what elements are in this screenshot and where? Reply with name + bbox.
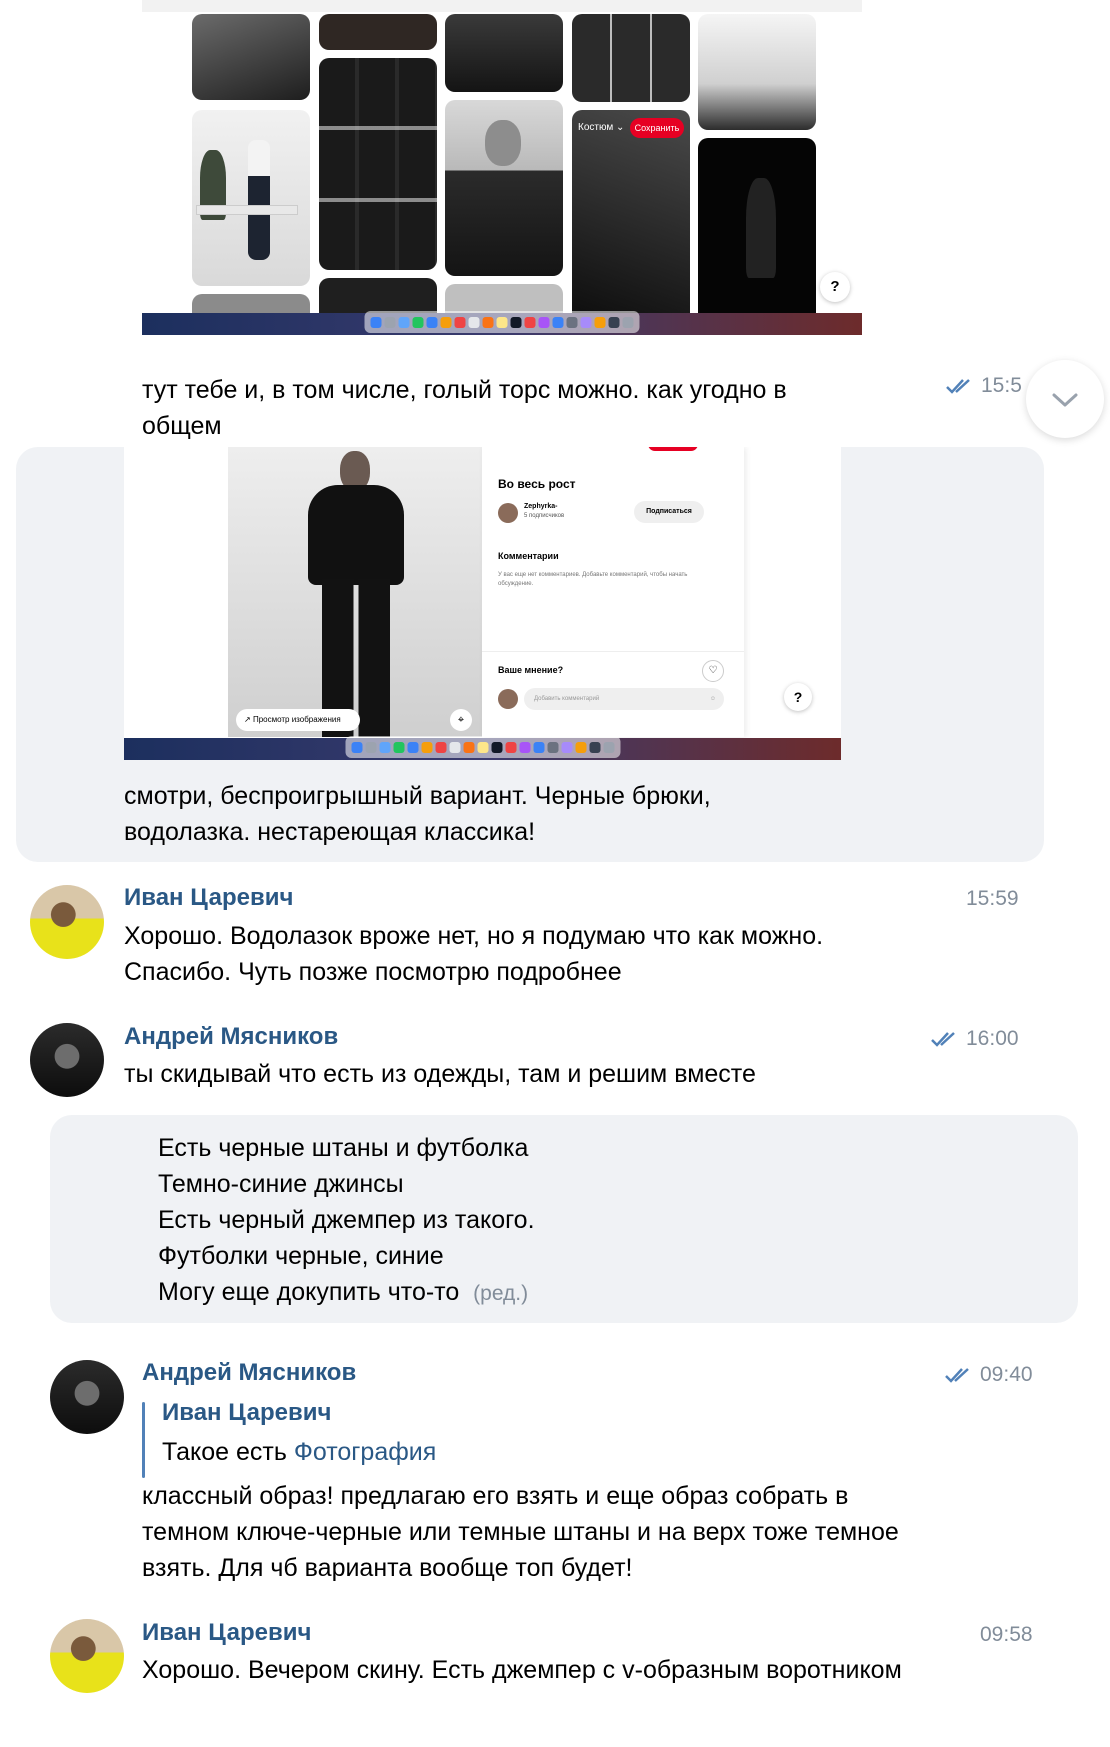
message-text: ты скидывай что есть из одежды, там и ре…: [124, 1060, 756, 1088]
pin-details-panel: Во весь рост Zephyrka- 5 подписчиков Под…: [482, 447, 744, 737]
person-body: [308, 485, 404, 585]
save-button[interactable]: Сохранить: [630, 118, 684, 138]
mac-dock: [364, 311, 640, 333]
author-name[interactable]: Иван Царевич: [142, 1619, 311, 1647]
mac-dock-bar: [142, 311, 862, 335]
message-text: смотри, беспроигрышный вариант. Черные б…: [124, 782, 711, 846]
chips-strip: [142, 0, 862, 12]
save-label: Сохранить: [634, 123, 680, 133]
avatar: [498, 689, 518, 709]
help-label: ?: [830, 278, 840, 295]
message-time: 16:00: [930, 1027, 1019, 1051]
heart-icon[interactable]: ♡: [702, 660, 724, 682]
opinion-label: Ваше мнение?: [498, 665, 564, 675]
message-time-value: 09:40: [980, 1363, 1033, 1386]
avatar-andrey[interactable]: [50, 1360, 124, 1434]
photo-tile[interactable]: [319, 58, 437, 270]
pin-image: ↗ Просмотр изображения ⌖: [228, 447, 482, 737]
reply-text[interactable]: Такое есть Фотография: [162, 1434, 436, 1470]
message-line: Темно-синие джинсы: [158, 1170, 404, 1198]
author-name[interactable]: Иван Царевич: [124, 884, 293, 912]
board-selector[interactable]: Костюм ⌄: [578, 122, 624, 133]
mac-dock: [345, 736, 620, 758]
chevron-down-icon: [1052, 393, 1078, 407]
photo-tile[interactable]: [192, 110, 310, 286]
message-line: Футболки черные, синие: [158, 1242, 444, 1270]
message-line: Могу еще докупить что-то: [158, 1278, 460, 1306]
view-image-button[interactable]: ↗ Просмотр изображения: [236, 709, 360, 731]
message-line-last: Могу еще докупить что-то (ред.): [158, 1274, 958, 1312]
message-text: классный образ! предлагаю его взять и ещ…: [142, 1482, 899, 1582]
face-shape: [485, 120, 521, 166]
avatar-ivan[interactable]: [30, 885, 104, 959]
lens-icon[interactable]: ⌖: [450, 709, 472, 731]
mac-dock-bar: [124, 736, 841, 760]
double-check-icon: [931, 1032, 955, 1048]
message-time-value: 15:5: [981, 374, 1022, 397]
photo-tile[interactable]: [319, 14, 437, 50]
red-button-edge: [648, 447, 698, 451]
pin-title: Во весь рост: [498, 477, 576, 491]
double-check-icon: [946, 379, 970, 395]
help-button[interactable]: ?: [820, 272, 850, 302]
photo-tile[interactable]: Костюм ⌄ Сохранить: [572, 110, 690, 324]
avatar-andrey[interactable]: [30, 1023, 104, 1097]
message-time: 09:40: [944, 1363, 1033, 1387]
message-time-value: 16:00: [966, 1027, 1019, 1050]
subscribe-button[interactable]: Подписаться: [634, 501, 704, 523]
view-image-label: Просмотр изображения: [252, 715, 341, 724]
edited-label[interactable]: (ред.): [473, 1282, 528, 1305]
message-line: Есть черный джемпер из такого.: [158, 1206, 535, 1234]
photo-tile[interactable]: [445, 14, 563, 92]
photo-tile[interactable]: [698, 14, 816, 130]
smile-icon[interactable]: ☺: [710, 688, 716, 710]
no-comments-text: У вас еще нет комментариев. Добавьте ком…: [498, 572, 688, 587]
divider: [482, 651, 744, 652]
help-button[interactable]: ?: [784, 683, 812, 711]
reply-snippet: Такое есть: [162, 1438, 287, 1466]
author-name[interactable]: Андрей Мясников: [142, 1359, 356, 1387]
author-name[interactable]: Андрей Мясников: [124, 1023, 338, 1051]
avatar-ivan[interactable]: [50, 1619, 124, 1693]
scroll-down-button[interactable]: [1026, 360, 1104, 438]
avatar: [498, 503, 518, 523]
comments-title: Комментарии: [498, 551, 559, 561]
message-time: 15:5: [945, 374, 1030, 398]
message-line: Есть черные штаны и футболка: [158, 1134, 529, 1162]
comment-input[interactable]: Добавить комментарий ☺: [524, 688, 724, 710]
photo-tile[interactable]: [192, 14, 310, 100]
message-text: Хорошо. Вечером скину. Есть джемпер с v-…: [142, 1656, 902, 1684]
message-text: Хорошо. Водолазок вроже нет, но я подума…: [124, 922, 824, 986]
photo-attachment-pin[interactable]: ↗ Просмотр изображения ⌖ Во весь рост Ze…: [124, 447, 841, 760]
silhouette-shape: [746, 178, 776, 278]
reply-author[interactable]: Иван Царевич: [162, 1399, 331, 1427]
photo-attachment-grid[interactable]: Костюм ⌄ Сохранить ?: [142, 0, 862, 335]
pin-author: Zephyrka-: [524, 503, 558, 510]
photo-tile[interactable]: [698, 138, 816, 324]
message-time: 09:58: [980, 1623, 1033, 1646]
double-check-icon: [945, 1368, 969, 1384]
reply-photo-link[interactable]: Фотография: [294, 1438, 436, 1466]
subscribe-label: Подписаться: [646, 508, 692, 515]
person-shape: [248, 140, 270, 260]
message-time: 15:59: [966, 887, 1019, 910]
comment-placeholder: Добавить комментарий: [534, 696, 600, 702]
pin-followers: 5 подписчиков: [524, 513, 565, 519]
help-label: ?: [793, 689, 803, 705]
photo-tile[interactable]: [445, 100, 563, 276]
photo-collage-rows: [319, 58, 437, 270]
message-lines: Есть черные штаны и футболка Темно-синие…: [158, 1130, 958, 1312]
photo-tile[interactable]: [572, 14, 690, 102]
desk-shape: [196, 205, 298, 215]
reply-quote-bar: [142, 1402, 145, 1478]
message-text: тут тебе и, в том числе, голый торс можн…: [142, 376, 787, 440]
board-label: Костюм: [578, 122, 614, 133]
